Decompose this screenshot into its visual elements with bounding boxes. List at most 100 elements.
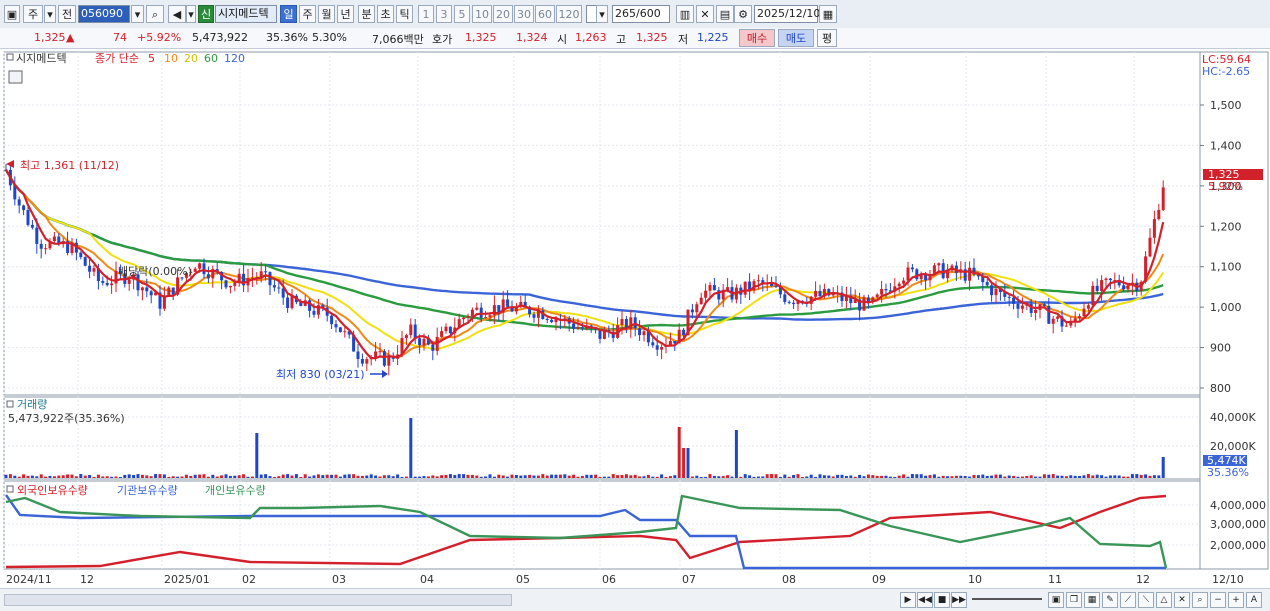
volume-bar	[1073, 475, 1077, 478]
volume-bar	[937, 476, 941, 478]
volume-bar	[22, 474, 26, 478]
minute-10[interactable]: 10	[472, 5, 492, 23]
tool-icon[interactable]: ⟋	[1120, 592, 1136, 608]
chevron-down-icon[interactable]: ▾	[44, 5, 56, 23]
holding-panel	[3, 480, 1201, 570]
minute-1[interactable]: 1	[418, 5, 434, 23]
x-tick-label: 2025/01	[164, 573, 210, 586]
ask-price: 1,325	[465, 31, 497, 44]
copy-icon[interactable]: ❐	[1066, 592, 1082, 608]
volume-bar	[369, 474, 373, 478]
zoom-slider[interactable]	[972, 598, 1042, 600]
period-tab-second[interactable]: 초	[377, 5, 394, 23]
volume-bar	[492, 476, 496, 478]
volume-bar	[990, 475, 994, 478]
buy-button[interactable]: 매수	[739, 29, 775, 47]
minute-5[interactable]: 5	[454, 5, 470, 23]
bar-count-input[interactable]: 265/600	[612, 5, 670, 23]
candle-body	[985, 282, 989, 286]
candle-body	[1108, 278, 1112, 281]
candle-body	[1157, 209, 1161, 220]
x-tick-label: 03	[332, 573, 346, 586]
save-icon[interactable]: ▤	[716, 5, 734, 23]
volume-bar	[976, 475, 980, 478]
scroll-track[interactable]	[4, 594, 512, 606]
search-icon[interactable]: ⌕	[1192, 592, 1208, 608]
sell-button[interactable]: 매도	[778, 29, 814, 47]
volume-bar	[831, 476, 835, 478]
stock-chart[interactable]: 1,5001,4001,3001,2001,1001,000900800 40,…	[0, 50, 1270, 588]
volume-bar	[1025, 475, 1029, 478]
tool-icon[interactable]: △	[1156, 592, 1172, 608]
period-tab-day[interactable]: 일	[280, 5, 297, 23]
high-price: 1,325	[636, 31, 668, 44]
code-dropdown-icon[interactable]: ▾	[131, 5, 144, 23]
candle-body	[422, 338, 426, 346]
volume-bar	[440, 475, 444, 478]
minute-20[interactable]: 20	[493, 5, 513, 23]
tool-icon[interactable]: ✎	[1102, 592, 1118, 608]
calendar-icon[interactable]: ▦	[819, 5, 837, 23]
fast-forward-icon[interactable]: ▶▶	[951, 592, 967, 608]
candle-body	[638, 328, 642, 336]
volume-bar	[594, 474, 598, 478]
volume-bar	[897, 475, 901, 478]
window-icon[interactable]: ▣	[4, 5, 20, 23]
grid-icon[interactable]: ▦	[1084, 592, 1100, 608]
layout-icon[interactable]: ▣	[1048, 592, 1064, 608]
stock-code-input[interactable]: 056090	[78, 5, 130, 23]
volume-bar	[360, 475, 364, 478]
volume-bar	[70, 474, 74, 478]
minute-60[interactable]: 60	[535, 5, 555, 23]
minute-3[interactable]: 3	[436, 5, 452, 23]
period-tab-month[interactable]: 월	[318, 5, 335, 23]
play-icon[interactable]: ▶	[900, 592, 916, 608]
rewind-icon[interactable]: ◀◀	[917, 592, 933, 608]
candle-body	[756, 280, 760, 282]
price-tick-label: 1,200	[1210, 220, 1242, 233]
candle-body	[1042, 304, 1046, 306]
period-select[interactable]: 주	[23, 5, 43, 23]
chevron-down-icon[interactable]: ▾	[186, 5, 196, 23]
candle-body	[382, 351, 386, 366]
volume-bar	[162, 474, 166, 478]
search-icon[interactable]: ⌕	[146, 5, 164, 23]
candle-settings-icon[interactable]: ▥	[676, 5, 694, 23]
volume-bar	[83, 475, 87, 478]
volume-bar	[708, 474, 712, 478]
stop-icon[interactable]: ■	[934, 592, 950, 608]
eval-button[interactable]: 평	[817, 29, 837, 47]
volume-bar	[418, 476, 422, 478]
candle-body	[875, 294, 879, 298]
period-tab-week[interactable]: 주	[299, 5, 316, 23]
period-tab-year[interactable]: 년	[337, 5, 354, 23]
gear-icon[interactable]: ⚙	[734, 5, 752, 23]
price-change-pct: +5.92%	[137, 31, 182, 44]
chevron-down-icon[interactable]: ▾	[596, 5, 608, 23]
period-tab-minute[interactable]: 분	[358, 5, 375, 23]
date-input[interactable]: 2025/12/10	[754, 5, 820, 23]
tool-icon[interactable]: ✕	[696, 5, 714, 23]
volume-bar	[651, 476, 655, 478]
tool-icon[interactable]: ⟍	[1138, 592, 1154, 608]
plus-icon[interactable]: +	[1228, 592, 1244, 608]
calculator-icon[interactable]	[8, 70, 23, 84]
volume-bar	[541, 474, 545, 478]
chart-toolbar: ▣ 주 ▾ 전 056090 ▾ ⌕ ◀ ▾ 신 시지메드텍 일 주 월 년 분…	[0, 0, 1270, 29]
volume-bar	[1020, 476, 1024, 478]
candle-body	[902, 280, 906, 284]
volume-bar	[972, 475, 976, 478]
volume-bar	[994, 474, 998, 478]
font-size-icon[interactable]: A	[1246, 592, 1262, 608]
volume-bar	[611, 474, 615, 478]
volume-bar	[946, 476, 950, 478]
speaker-icon[interactable]: ◀	[168, 5, 186, 23]
volume-bar	[919, 474, 923, 478]
minute-120[interactable]: 120	[556, 5, 582, 23]
period-tab-tick[interactable]: 틱	[396, 5, 413, 23]
minus-icon[interactable]: −	[1210, 592, 1226, 608]
minute-30[interactable]: 30	[514, 5, 534, 23]
tool-icon[interactable]: ✕	[1174, 592, 1190, 608]
volume-bar	[206, 476, 210, 478]
prev-button[interactable]: 전	[58, 5, 76, 23]
